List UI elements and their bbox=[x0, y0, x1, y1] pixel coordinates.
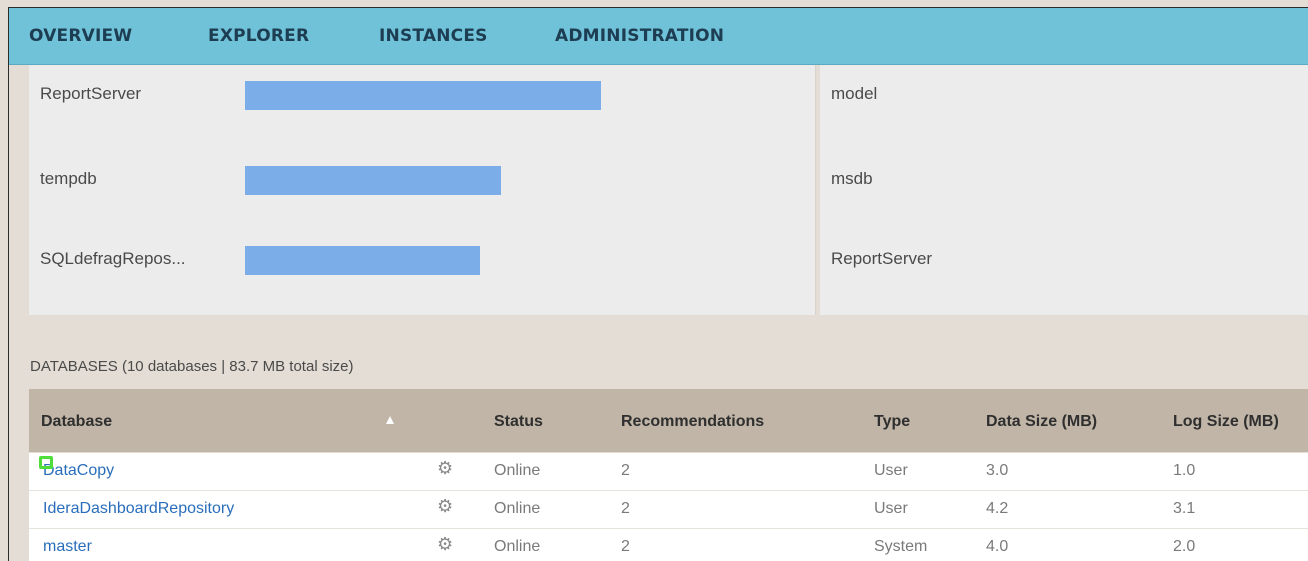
table-row: master ⚙ Online 2 System 4.0 2.0 bbox=[29, 529, 1308, 561]
status-cell: Online bbox=[494, 538, 541, 555]
bar-row: tempdb bbox=[29, 158, 815, 198]
bar-label: ReportServer bbox=[40, 84, 142, 103]
database-size-widget: ReportServer tempdb SQLdefragRepos... bbox=[29, 65, 816, 315]
type-cell: System bbox=[874, 538, 928, 555]
column-header-type[interactable]: Type bbox=[874, 413, 910, 431]
column-header-recommendations[interactable]: Recommendations bbox=[621, 413, 764, 431]
gear-icon[interactable]: ⚙ bbox=[437, 498, 453, 516]
column-header-database[interactable]: Database bbox=[41, 413, 112, 431]
databases-summary: DATABASES (10 databases | 83.7 MB total … bbox=[30, 358, 354, 375]
table-row: IderaDashboardRepository ⚙ Online 2 User… bbox=[29, 491, 1308, 529]
list-item: ReportServer bbox=[831, 249, 933, 268]
gear-icon[interactable]: ⚙ bbox=[437, 460, 453, 478]
databases-table-header: Database Status Recommendations Type Dat… bbox=[29, 389, 1308, 452]
database-name[interactable]: DataCopy bbox=[43, 462, 114, 479]
bar-label: tempdb bbox=[40, 169, 97, 188]
database-link[interactable]: DataCopy bbox=[39, 456, 114, 480]
recommendations-cell: 2 bbox=[621, 538, 630, 555]
log-size-cell: 2.0 bbox=[1173, 538, 1196, 555]
recommendations-cell: 2 bbox=[621, 500, 630, 517]
sort-ascending-icon[interactable] bbox=[386, 416, 394, 424]
top-nav: OVERVIEW EXPLORER INSTANCES ADMINISTRATI… bbox=[9, 8, 1308, 65]
database-link[interactable]: master bbox=[43, 538, 92, 556]
size-bar[interactable] bbox=[245, 81, 601, 110]
nav-instances[interactable]: INSTANCES bbox=[379, 26, 488, 46]
size-bar[interactable] bbox=[245, 166, 501, 195]
app-frame: OVERVIEW EXPLORER INSTANCES ADMINISTRATI… bbox=[8, 7, 1308, 561]
column-header-log-size[interactable]: Log Size (MB) bbox=[1173, 413, 1279, 431]
database-list-widget: model msdb ReportServer bbox=[820, 65, 1308, 315]
bar-label: SQLdefragRepos... bbox=[40, 249, 186, 268]
bar-row: ReportServer bbox=[29, 73, 815, 113]
status-cell: Online bbox=[494, 500, 541, 517]
nav-explorer[interactable]: EXPLORER bbox=[208, 26, 309, 46]
size-bar[interactable] bbox=[245, 246, 480, 275]
status-cell: Online bbox=[494, 462, 541, 479]
data-size-cell: 4.2 bbox=[986, 500, 1009, 517]
list-item: model bbox=[831, 84, 878, 103]
data-size-cell: 3.0 bbox=[986, 462, 1009, 479]
data-size-cell: 4.0 bbox=[986, 538, 1009, 555]
table-row: DataCopy ⚙ Online 2 User 3.0 1.0 bbox=[29, 453, 1308, 491]
bar-row: SQLdefragRepos... bbox=[29, 238, 815, 278]
type-cell: User bbox=[874, 462, 908, 479]
selection-highlight bbox=[39, 456, 53, 469]
column-header-status[interactable]: Status bbox=[494, 413, 543, 431]
gear-icon[interactable]: ⚙ bbox=[437, 536, 453, 554]
log-size-cell: 3.1 bbox=[1173, 500, 1196, 517]
nav-overview[interactable]: OVERVIEW bbox=[29, 26, 132, 46]
list-item: msdb bbox=[831, 169, 873, 188]
nav-administration[interactable]: ADMINISTRATION bbox=[555, 26, 724, 46]
column-header-data-size[interactable]: Data Size (MB) bbox=[986, 413, 1097, 431]
recommendations-cell: 2 bbox=[621, 462, 630, 479]
type-cell: User bbox=[874, 500, 908, 517]
database-link[interactable]: IderaDashboardRepository bbox=[43, 500, 234, 518]
log-size-cell: 1.0 bbox=[1173, 462, 1196, 479]
